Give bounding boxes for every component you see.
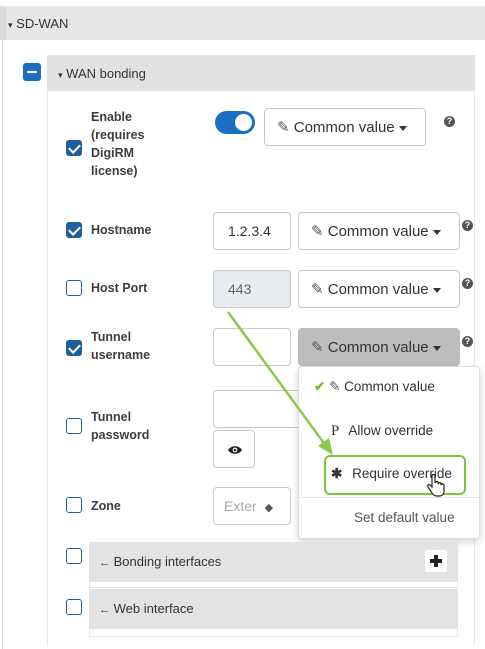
- arrow-left-icon: ←: [99, 557, 110, 569]
- bonding-interfaces-checkbox[interactable]: [66, 548, 82, 564]
- web-interface-title: ← Web interface: [99, 601, 194, 616]
- add-plus-icon[interactable]: [425, 550, 447, 572]
- bonding-interfaces-body: [89, 582, 458, 588]
- web-interface-body: [89, 629, 458, 637]
- arrow-left-icon: ←: [99, 604, 110, 616]
- bonding-interfaces-title: ← Bonding interfaces: [99, 554, 222, 569]
- web-interface-checkbox[interactable]: [66, 599, 82, 615]
